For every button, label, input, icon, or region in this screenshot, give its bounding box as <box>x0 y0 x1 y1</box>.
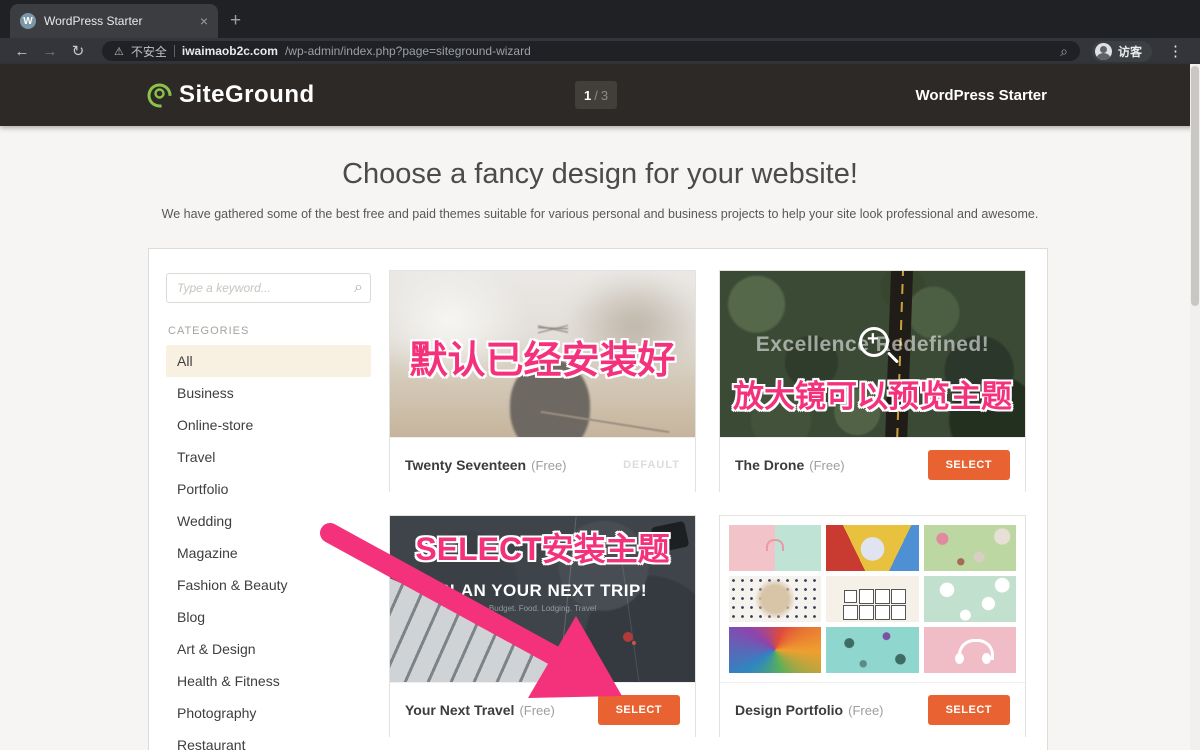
decor-tile <box>826 525 918 571</box>
theme-price: (Free) <box>848 703 883 718</box>
theme-price: (Free) <box>519 703 554 718</box>
back-icon[interactable]: ← <box>10 43 34 60</box>
theme-preview-the-drone[interactable]: Excellence Redefined! 放大镜可以预览主题 <box>720 271 1025 437</box>
category-travel[interactable]: Travel <box>166 441 371 473</box>
tab-title: WordPress Starter <box>44 14 192 28</box>
step-total: 3 <box>601 88 608 103</box>
decor-tile <box>729 525 821 571</box>
keyword-search-input[interactable] <box>166 273 371 303</box>
categories-heading: CATEGORIES <box>168 325 371 337</box>
decor-tile <box>826 627 918 673</box>
url-path: /wp-admin/index.php?page=siteground-wiza… <box>285 44 531 58</box>
magnifier-preview-icon[interactable] <box>859 327 889 357</box>
theme-card-design-portfolio: Design Portfolio (Free) SELECT <box>719 515 1026 737</box>
profile-button[interactable]: 访客 <box>1092 41 1152 62</box>
theme-preview-twenty-seventeen[interactable]: 默认已经安装好 <box>390 271 695 437</box>
category-restaurant[interactable]: Restaurant <box>166 729 371 750</box>
category-magazine[interactable]: Magazine <box>166 537 371 569</box>
wordpress-favicon: W <box>20 13 36 29</box>
browser-menu-icon[interactable]: ⋮ <box>1162 42 1190 60</box>
theme-name: Design Portfolio <box>735 702 843 718</box>
theme-footer: Design Portfolio (Free) SELECT <box>720 682 1025 737</box>
category-business[interactable]: Business <box>166 377 371 409</box>
siteground-logo: SiteGround <box>146 81 315 109</box>
wizard-header: SiteGround 1 / 3 WordPress Starter <box>0 64 1200 126</box>
url-domain: iwaimaob2c.com <box>182 44 278 58</box>
select-theme-button[interactable]: SELECT <box>928 695 1010 725</box>
category-photography[interactable]: Photography <box>166 697 371 729</box>
select-theme-button[interactable]: SELECT <box>598 695 680 725</box>
decor-tile <box>924 576 1016 622</box>
decor-tile <box>924 525 1016 571</box>
tab-strip: W WordPress Starter × + <box>0 0 1200 38</box>
step-current: 1 <box>584 88 591 103</box>
category-art-design[interactable]: Art & Design <box>166 633 371 665</box>
theme-preview-your-next-travel[interactable]: PLAN YOUR NEXT TRIP! Budget. Food. Lodgi… <box>390 516 695 682</box>
siteground-logo-text: SiteGround <box>179 81 315 109</box>
forward-icon[interactable]: → <box>38 43 62 60</box>
new-tab-button[interactable]: + <box>230 10 241 32</box>
avatar-icon <box>1095 43 1112 60</box>
step-indicator: 1 / 3 <box>575 81 617 109</box>
search-icon: ⌕ <box>354 279 363 297</box>
theme-preview-design-portfolio[interactable] <box>720 516 1025 682</box>
search-icon[interactable]: ⌕ <box>1060 43 1068 60</box>
decor-tile <box>924 627 1016 673</box>
page-title: Choose a fancy design for your website! <box>0 158 1200 191</box>
decor-tile <box>729 627 821 673</box>
decor-tile <box>729 576 821 622</box>
annotation-default-installed: 默认已经安装好 <box>390 329 695 384</box>
browser-tab[interactable]: W WordPress Starter × <box>10 4 218 38</box>
theme-preview-image <box>720 516 1025 682</box>
wizard-page: Choose a fancy design for your website! … <box>0 126 1200 750</box>
scrollbar-thumb[interactable] <box>1191 66 1199 306</box>
security-label: 不安全 <box>131 43 167 60</box>
category-health-fitness[interactable]: Health & Fitness <box>166 665 371 697</box>
wizard-title: WordPress Starter <box>916 87 1047 104</box>
security-warning-icon[interactable]: ⚠ <box>114 45 124 58</box>
theme-name: The Drone <box>735 457 804 473</box>
theme-footer: Your Next Travel (Free) SELECT <box>390 682 695 737</box>
siteground-logo-icon <box>146 82 173 109</box>
categories-sidebar: ⌕ CATEGORIES All Business Online-store T… <box>166 273 371 750</box>
theme-card-your-next-travel: PLAN YOUR NEXT TRIP! Budget. Food. Lodgi… <box>389 515 696 737</box>
annotation-magnifier-preview: 放大镜可以预览主题 <box>720 371 1025 416</box>
category-portfolio[interactable]: Portfolio <box>166 473 371 505</box>
theme-name: Twenty Seventeen <box>405 457 526 473</box>
url-bar[interactable]: ⚠ 不安全 iwaimaob2c.com /wp-admin/index.php… <box>102 41 1080 61</box>
reload-icon[interactable]: ↻ <box>66 42 90 60</box>
page-subtitle: We have gathered some of the best free a… <box>0 207 1200 221</box>
theme-card-the-drone: Excellence Redefined! 放大镜可以预览主题 The Dron… <box>719 270 1026 492</box>
browser-toolbar: ← → ↻ ⚠ 不安全 iwaimaob2c.com /wp-admin/ind… <box>0 38 1200 64</box>
theme-image-title: PLAN YOUR NEXT TRIP! <box>390 581 695 601</box>
themes-panel: ⌕ CATEGORIES All Business Online-store T… <box>148 248 1048 750</box>
theme-price: (Free) <box>809 458 844 473</box>
category-all[interactable]: All <box>166 345 371 377</box>
annotation-select-install: SELECT安装主题 <box>390 524 695 570</box>
theme-name: Your Next Travel <box>405 702 514 718</box>
category-wedding[interactable]: Wedding <box>166 505 371 537</box>
page-scrollbar[interactable] <box>1190 64 1200 750</box>
category-fashion-beauty[interactable]: Fashion & Beauty <box>166 569 371 601</box>
profile-label: 访客 <box>1118 43 1142 60</box>
theme-image-subtitle: Budget. Food. Lodging. Travel <box>390 604 695 613</box>
url-separator <box>174 45 175 57</box>
category-online-store[interactable]: Online-store <box>166 409 371 441</box>
theme-footer: Twenty Seventeen (Free) DEFAULT <box>390 437 695 492</box>
decor-tile <box>826 576 918 622</box>
default-badge: DEFAULT <box>623 459 680 471</box>
category-blog[interactable]: Blog <box>166 601 371 633</box>
select-theme-button[interactable]: SELECT <box>928 450 1010 480</box>
theme-footer: The Drone (Free) SELECT <box>720 437 1025 492</box>
theme-price: (Free) <box>531 458 566 473</box>
browser-window: W WordPress Starter × + ← → ↻ ⚠ 不安全 iwai… <box>0 0 1200 750</box>
theme-card-twenty-seventeen: 默认已经安装好 Twenty Seventeen (Free) DEFAULT <box>389 270 696 492</box>
tab-close-icon[interactable]: × <box>200 13 208 29</box>
